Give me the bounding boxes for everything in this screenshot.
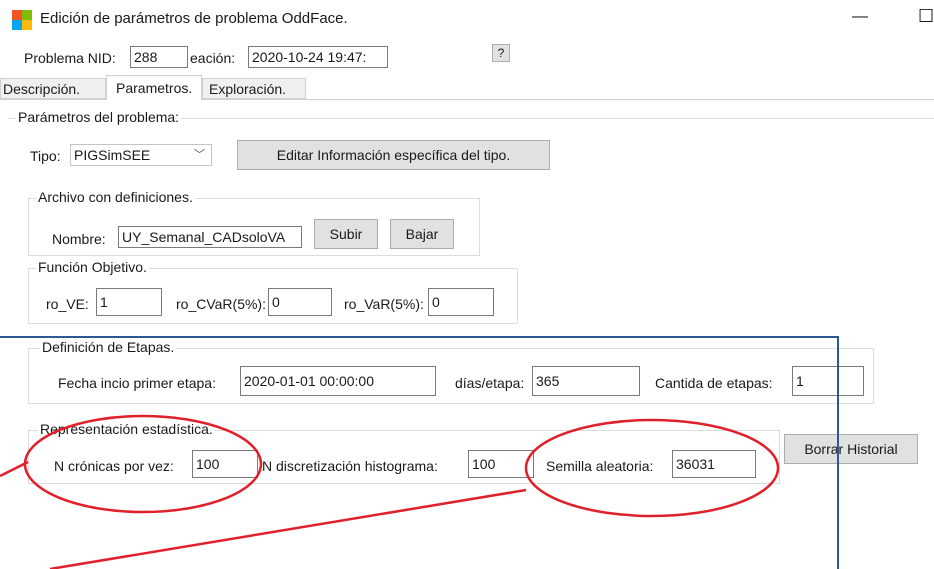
estadistica-group-title: Representación estadística. [38, 421, 215, 437]
cantidad-label: Cantida de etapas: [655, 375, 773, 391]
semilla-field[interactable]: 36031 [672, 450, 756, 478]
edit-type-info-button[interactable]: Editar Información específica del tipo. [237, 140, 550, 170]
ro-ve-label: ro_VE: [46, 296, 89, 312]
arrow-line-2 [49, 488, 527, 569]
semilla-label: Semilla aleatoria: [546, 458, 654, 474]
dias-label: días/etapa: [455, 375, 525, 391]
ro-cvar-field[interactable]: 0 [268, 288, 332, 316]
etapas-group-title: Definición de Etapas. [40, 339, 177, 355]
tipo-label: Tipo: [30, 148, 61, 164]
funcion-group-title: Función Objetivo. [36, 259, 149, 275]
arrow-line-1 [0, 460, 29, 478]
tab-label: Descripción. [3, 81, 81, 97]
creation-label: eación: [190, 50, 236, 66]
chevron-down-icon: ﹀ [194, 149, 205, 161]
tab-label: Exploración. [209, 81, 287, 97]
tab-parametros[interactable]: Parametros. [106, 75, 202, 100]
cronicas-label: N crónicas por vez: [54, 458, 174, 474]
creation-date-field[interactable]: 2020-10-24 19:47: [248, 46, 388, 68]
tab-exploracion[interactable]: Exploración. [202, 78, 306, 99]
ro-var-field[interactable]: 0 [428, 288, 494, 316]
borrar-historial-button[interactable]: Borrar Historial [784, 434, 918, 464]
nombre-field[interactable]: UY_Semanal_CADsoloVA [118, 226, 302, 248]
dias-field[interactable]: 365 [532, 366, 640, 396]
window-title: Edición de parámetros de problema OddFac… [40, 10, 348, 27]
cronicas-field[interactable]: 100 [192, 450, 258, 478]
subir-button[interactable]: Subir [314, 219, 378, 249]
histograma-label: N discretización histograma: [262, 458, 438, 474]
tab-label: Parametros. [116, 80, 193, 96]
ro-ve-field[interactable]: 1 [96, 288, 162, 316]
cantidad-field[interactable]: 1 [792, 366, 864, 396]
fecha-label: Fecha incio primer etapa: [58, 375, 216, 391]
estadistica-group [28, 430, 780, 484]
minimize-button[interactable]: — [852, 8, 868, 26]
app-icon [12, 10, 32, 30]
histograma-field[interactable]: 100 [468, 450, 534, 478]
nid-field[interactable]: 288 [130, 46, 188, 68]
bajar-button[interactable]: Bajar [390, 219, 454, 249]
maximize-button[interactable]: ☐ [918, 6, 934, 27]
nid-label: Problema NID: [24, 50, 116, 66]
tipo-select[interactable]: PIGSimSEE ﹀ [70, 144, 212, 166]
help-button[interactable]: ? [492, 44, 510, 62]
tipo-value: PIGSimSEE [74, 147, 151, 163]
archivo-group-title: Archivo con definiciones. [36, 189, 195, 205]
ro-var-label: ro_VaR(5%): [344, 296, 424, 312]
nombre-label: Nombre: [52, 231, 106, 247]
ro-cvar-label: ro_CVaR(5%): [176, 296, 266, 312]
fecha-field[interactable]: 2020-01-01 00:00:00 [240, 366, 436, 396]
tab-descripcion[interactable]: Descripción. [0, 78, 106, 99]
params-group-title: Parámetros del problema: [16, 109, 182, 125]
